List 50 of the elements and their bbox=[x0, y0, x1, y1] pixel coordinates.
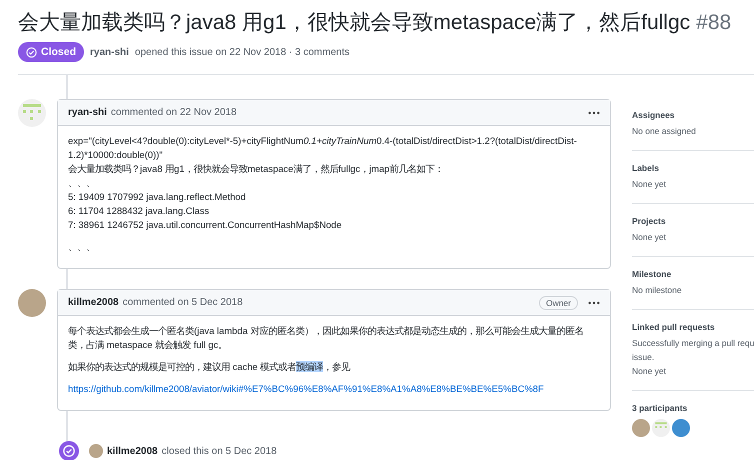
comment-text: 如果你的表达式的规模是可控的，建议用 cache 模式或者 bbox=[68, 361, 296, 372]
selected-text: 预编译 bbox=[296, 361, 324, 372]
sidebar-text: No one assigned bbox=[632, 126, 697, 136]
comment-text: 每个表达式都会生成一个匿名类(java lambda 对应的匿名类），因此如果你的表达式都是动态生成的，那么可能会生成大量的匿名 bbox=[68, 325, 584, 336]
comment-text: 6: 11704 1288432 java.lang.Class bbox=[68, 205, 210, 216]
avatar-photo[interactable] bbox=[18, 289, 46, 317]
participant-avatar[interactable] bbox=[672, 419, 690, 437]
event-text: closed this on 5 Dec 2018 bbox=[162, 446, 277, 456]
issue-number: #88 bbox=[696, 11, 732, 34]
sidebar-text: None yet bbox=[632, 366, 668, 376]
italic-text: 0.1+cityTrainNum bbox=[303, 135, 377, 146]
comment-text: 5: 19409 1707992 java.lang.reflect.Method bbox=[68, 191, 246, 202]
sidebar-text: None yet bbox=[632, 232, 668, 242]
comment-author[interactable]: killme2008 bbox=[68, 297, 119, 308]
author-link[interactable]: ryan-shi bbox=[90, 46, 129, 58]
sidebar-heading[interactable]: Milestone bbox=[632, 269, 754, 279]
comment-timestamp: commented on 22 Nov 2018 bbox=[110, 107, 237, 118]
owner-badge: Owner bbox=[538, 296, 578, 310]
status-badge: Closed bbox=[18, 42, 84, 62]
identicon-avatar[interactable] bbox=[18, 99, 46, 127]
sidebar-text: issue. bbox=[632, 352, 656, 362]
comment-text: ，参见 bbox=[323, 361, 350, 372]
sidebar-text: None yet bbox=[632, 179, 668, 189]
participants-heading: 3 participants bbox=[632, 403, 688, 413]
comment-text: 类，占满 metaspace 就会触发 full gc。 bbox=[68, 339, 228, 350]
comment-text: 0.4-(totalDist/directDist>1.2?(totalDist/directDist- bbox=[376, 135, 577, 146]
sidebar-heading[interactable]: Assignees bbox=[632, 110, 754, 120]
event-author[interactable]: killme2008 bbox=[107, 446, 158, 456]
comment-text: 1.2)*10000:double(0))" bbox=[68, 149, 163, 160]
comment-text: 7: 38961 1246752 java.util.concurrent.ConcurrentHashMap$Node bbox=[68, 219, 342, 230]
comment-author[interactable]: ryan-shi bbox=[68, 107, 107, 118]
more-options-icon[interactable] bbox=[588, 300, 600, 304]
participant-avatar[interactable] bbox=[652, 419, 670, 437]
avatar-photo[interactable] bbox=[89, 444, 103, 458]
check-circle-icon bbox=[26, 46, 37, 58]
comment-text: 会大量加载类吗？java8 用g1，很快就会导致metaspace满了，然后fullgc，jmap前几名如下： bbox=[68, 163, 444, 174]
comment-text: 、、、 bbox=[68, 177, 95, 188]
sidebar-heading[interactable]: Labels bbox=[632, 163, 754, 173]
issue-title: 会大量加载类吗？java8 用g1，很快就会导致metaspace满了，然后fullgc bbox=[18, 11, 690, 34]
participant-avatar[interactable] bbox=[632, 419, 650, 437]
sidebar-heading[interactable]: Linked pull requests bbox=[632, 322, 754, 332]
comment-text: exp="(cityLevel<4?double(0):cityLevel*-5)+cityFlightNum bbox=[68, 135, 304, 146]
wiki-link[interactable]: https://github.com/killme2008/aviator/wiki#%E7%BC%96%E8%AF%91%E8%A1%A8%E8%BE%BE%E5%BC%8F bbox=[68, 383, 544, 394]
more-options-icon[interactable] bbox=[588, 110, 600, 114]
comment-timestamp: commented on 5 Dec 2018 bbox=[122, 297, 243, 308]
issue-meta: opened this issue on 22 Nov 2018 · 3 comments bbox=[134, 46, 350, 58]
sidebar-heading[interactable]: Projects bbox=[632, 216, 754, 226]
comment-text: 、、、 bbox=[68, 241, 95, 252]
sidebar-text: No milestone bbox=[632, 285, 683, 295]
sidebar-text: Successfully merging a pull requ bbox=[632, 338, 754, 348]
